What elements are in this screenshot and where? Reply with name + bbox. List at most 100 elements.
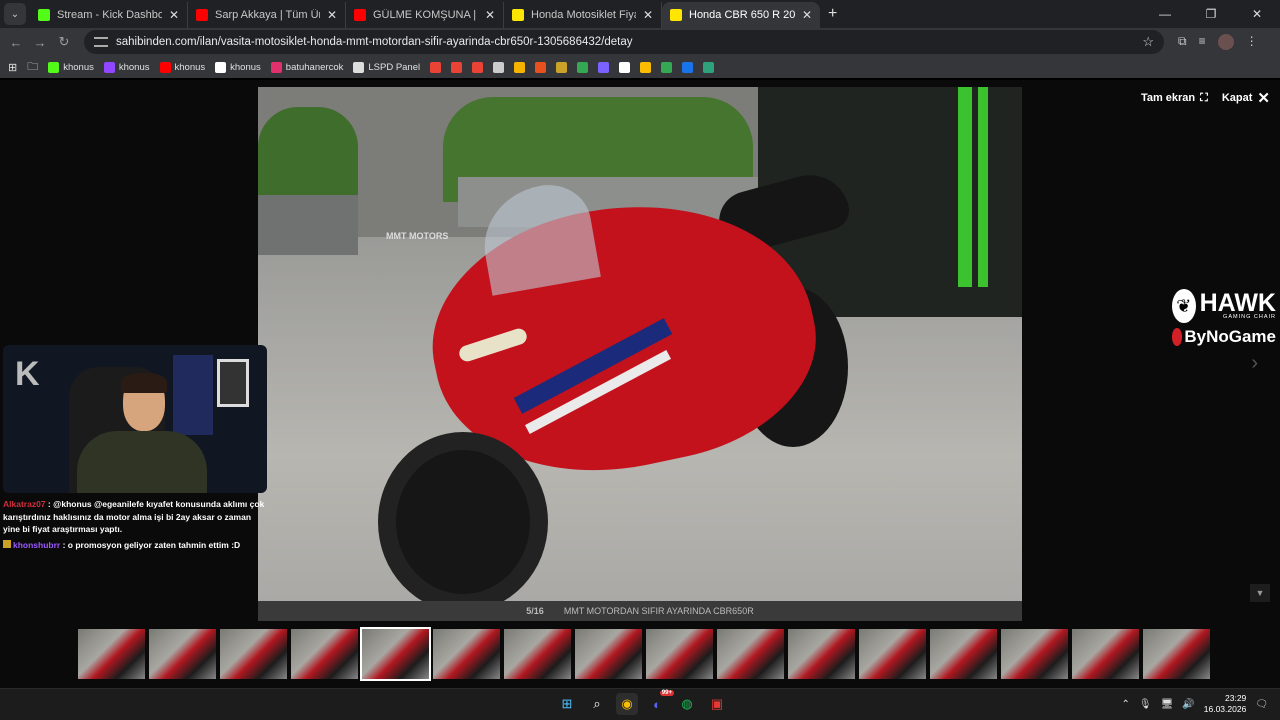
photo-thumbnail[interactable]: [859, 629, 926, 679]
bookmark-item[interactable]: batuhanercok: [270, 61, 344, 73]
fullscreen-button[interactable]: Tam ekran ⛶: [1141, 92, 1208, 105]
next-photo-arrow-icon[interactable]: ›: [1251, 352, 1258, 375]
windows-taskbar: ⊞ ⌕ ◉ ◐ 99+ ◍ ▣ ⌃ 🎙 🖥 🔊 23:29 16.03.2026 …: [0, 688, 1280, 720]
photo-thumbnail[interactable]: [78, 629, 145, 679]
photo-thumbnail[interactable]: [930, 629, 997, 679]
url-text[interactable]: sahibinden.com/ilan/vasita-motosiklet-ho…: [116, 36, 1142, 48]
listing-photo[interactable]: MMT MOTORS: [258, 87, 1022, 601]
tab-close-icon[interactable]: ✕: [643, 8, 653, 22]
clock-date: 16.03.2026: [1203, 704, 1247, 714]
browser-tab[interactable]: Honda CBR 650 R 2024 Model ✕: [662, 2, 820, 28]
bookmark-item[interactable]: khonus: [48, 61, 94, 73]
bookmark-label: batuhanercok: [285, 61, 344, 73]
site-info-icon[interactable]: [94, 37, 108, 47]
minimize-button[interactable]: —: [1142, 0, 1188, 28]
profile-avatar[interactable]: [1217, 34, 1234, 50]
tray-overflow-icon[interactable]: ⌃: [1122, 699, 1130, 710]
photo-caption: MMT MOTORDAN SIFIR AYARINDA CBR650R: [563, 606, 754, 616]
chat-text: : o promosyon geliyor zaten tahmin ettim…: [62, 539, 241, 550]
bookmark-icon[interactable]: [430, 61, 442, 73]
photo-thumbnail[interactable]: [220, 629, 287, 679]
network-icon[interactable]: 🖥: [1161, 699, 1174, 710]
photo-thumbnail[interactable]: [433, 629, 500, 679]
photo-thumbnail[interactable]: [646, 629, 713, 679]
photo-caption-bar: 5/16 MMT MOTORDAN SIFIR AYARINDA CBR650R: [258, 601, 1022, 621]
bookmark-icon[interactable]: [661, 61, 673, 73]
scroll-down-icon[interactable]: ▼: [1250, 584, 1270, 602]
chrome-icon[interactable]: ◉: [616, 693, 638, 715]
close-icon: ✕: [1257, 90, 1270, 107]
clock[interactable]: 23:29 16.03.2026: [1204, 693, 1247, 715]
tab-title: Sarp Akkaya | Tüm Ünlüler Tanı: [215, 9, 320, 21]
bookmark-icon[interactable]: [682, 61, 694, 73]
microphone-icon[interactable]: 🎙: [1139, 699, 1152, 710]
app-icon[interactable]: ▣: [706, 693, 728, 715]
bookmark-icon[interactable]: [619, 61, 631, 73]
folder-icon[interactable]: 🗀: [27, 58, 38, 77]
bookmark-icon[interactable]: [640, 61, 652, 73]
bookmark-icon[interactable]: [535, 61, 547, 73]
new-tab-button[interactable]: +: [828, 5, 837, 23]
photo-thumbnail[interactable]: [717, 629, 784, 679]
kick-logo-icon: K: [15, 355, 40, 393]
browser-tab[interactable]: GÜLME KOMŞUNA | SSriders | K ✕: [346, 2, 504, 28]
photo-sign-text: MMT MOTORS: [386, 231, 449, 241]
sponsor-logos: ❦ HAWK GAMING CHAIR ByNoGame: [1172, 289, 1276, 347]
bookmark-favicon-icon: [159, 61, 171, 73]
extensions-icon[interactable]: ⧉: [1178, 34, 1187, 50]
tab-close-icon[interactable]: ✕: [169, 8, 179, 22]
photo-thumbnail[interactable]: [1001, 629, 1068, 679]
photo-thumbnail[interactable]: [1072, 629, 1139, 679]
bookmark-item[interactable]: LSPD Panel: [353, 61, 421, 73]
address-bar[interactable]: sahibinden.com/ilan/vasita-motosiklet-ho…: [84, 30, 1164, 54]
bookmark-star-icon[interactable]: ☆: [1142, 34, 1154, 50]
back-button[interactable]: ←: [4, 35, 28, 50]
photo-thumbnail[interactable]: [149, 629, 216, 679]
bookmark-icon[interactable]: [556, 61, 568, 73]
notification-icon[interactable]: 🗨: [1255, 699, 1268, 710]
photo-thumbnail[interactable]: [1143, 629, 1210, 679]
search-icon[interactable]: ⌕: [586, 693, 608, 715]
tab-close-icon[interactable]: ✕: [485, 8, 495, 22]
bookmark-icon[interactable]: [577, 61, 589, 73]
browser-tab[interactable]: Sarp Akkaya | Tüm Ünlüler Tanı ✕: [188, 2, 346, 28]
restore-button[interactable]: ❐: [1188, 0, 1234, 28]
bookmark-item[interactable]: khonus: [103, 61, 150, 73]
menu-icon[interactable]: ⋮: [1246, 34, 1258, 50]
bynogame-logo-icon: [1172, 328, 1183, 346]
volume-icon[interactable]: 🔊: [1182, 699, 1194, 710]
bookmark-label: LSPD Panel: [368, 61, 421, 73]
bookmark-icon[interactable]: [703, 61, 715, 73]
bookmark-icon[interactable]: [472, 61, 484, 73]
bookmark-item[interactable]: khonus: [159, 61, 205, 73]
bookmark-item[interactable]: khonus: [215, 61, 261, 73]
bookmark-icon[interactable]: [451, 61, 463, 73]
bookmark-favicon-icon: [103, 61, 115, 73]
tab-close-icon[interactable]: ✕: [327, 8, 337, 22]
forward-button[interactable]: →: [28, 35, 52, 50]
browser-tab[interactable]: Stream - Kick Dashboard ✕: [30, 2, 188, 28]
tab-close-icon[interactable]: ✕: [802, 8, 812, 22]
bookmark-icon[interactable]: [598, 61, 610, 73]
bookmark-icon[interactable]: [493, 61, 505, 73]
photo-thumbnail[interactable]: [360, 627, 431, 681]
media-controls-icon[interactable]: ≡: [1199, 34, 1206, 50]
close-viewer-button[interactable]: Kapat ✕: [1222, 89, 1270, 107]
bookmarks-bar: ⊞ 🗀 khonus khonus khonus khonus batuhanercok…: [0, 56, 1280, 78]
apps-icon[interactable]: ⊞: [8, 61, 17, 74]
chat-username: khonshubrr: [13, 539, 61, 550]
photo-thumbnail[interactable]: [575, 629, 642, 679]
spotify-icon[interactable]: ◍: [676, 693, 698, 715]
bookmark-icon[interactable]: [514, 61, 526, 73]
sponsor-name: HAWK: [1199, 289, 1276, 317]
close-window-button[interactable]: ✕: [1234, 0, 1280, 28]
browser-tab[interactable]: Honda Motosiklet Fiyatları, İkin ✕: [504, 2, 662, 28]
bookmark-favicon-icon: [353, 61, 365, 73]
discord-icon[interactable]: ◐ 99+: [646, 690, 674, 715]
photo-thumbnail[interactable]: [291, 629, 358, 679]
reload-button[interactable]: ↻: [52, 34, 76, 50]
photo-thumbnail[interactable]: [504, 629, 571, 679]
tab-search-button[interactable]: ⌄: [4, 3, 26, 25]
photo-thumbnail[interactable]: [788, 629, 855, 679]
start-icon[interactable]: ⊞: [556, 693, 578, 715]
